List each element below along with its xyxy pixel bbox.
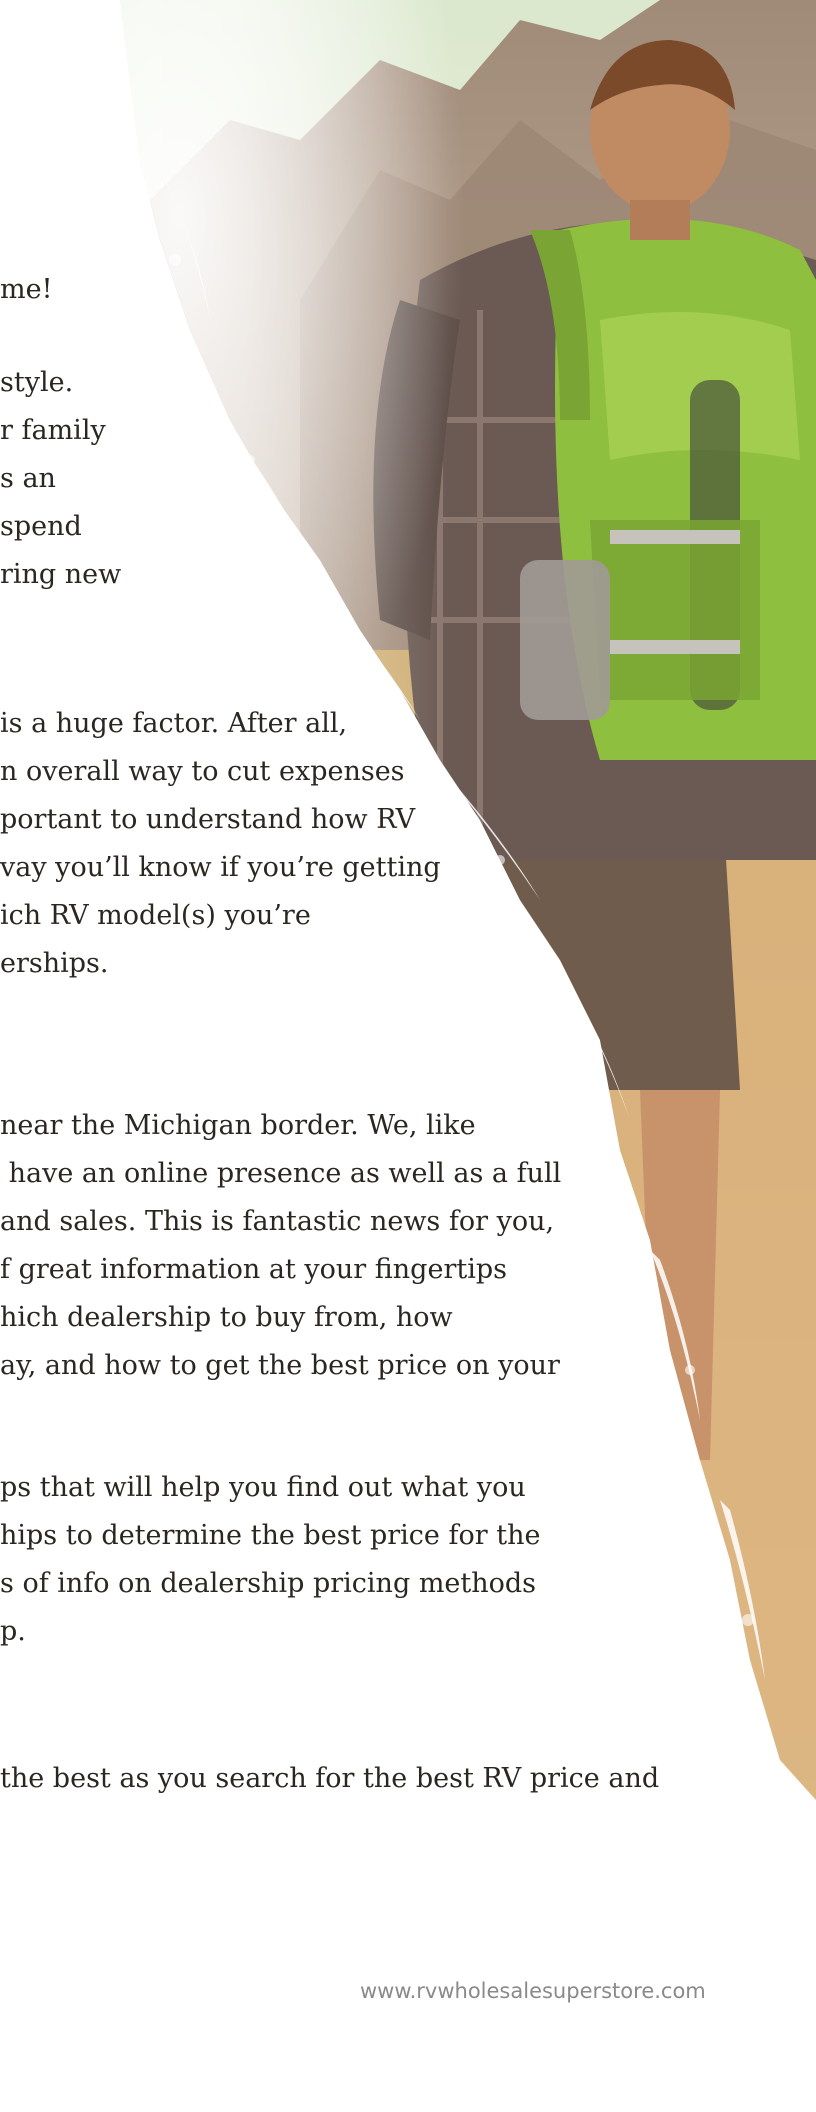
paragraph-4-line-2: hips to determine the best price for the xyxy=(0,1520,541,1551)
paragraph-2-line-4: vay you’ll know if you’re getting xyxy=(0,852,441,883)
paragraph-1-line-1: style. xyxy=(0,367,74,398)
closing-line: the best as you search for the best RV p… xyxy=(0,1763,660,1794)
paragraph-4-line-4: p. xyxy=(0,1616,26,1647)
paragraph-4-line-3: s of info on dealership pricing methods xyxy=(0,1568,537,1599)
paragraph-3-line-6: ay, and how to get the best price on you… xyxy=(0,1350,560,1381)
paragraph-3-line-5: hich dealership to buy from, how xyxy=(0,1302,453,1333)
paragraph-3-line-4: f great information at your fingertips xyxy=(0,1254,507,1285)
intro-line-1: me! xyxy=(0,274,53,305)
paragraph-3-line-3: and sales. This is fantastic news for yo… xyxy=(0,1206,555,1237)
paragraph-3-line-2: have an online presence as well as a ful… xyxy=(0,1158,562,1189)
paragraph-1-line-4: spend xyxy=(0,511,82,542)
paragraph-1-line-2: r family xyxy=(0,415,106,446)
paragraph-2-line-5: ich RV model(s) you’re xyxy=(0,900,311,931)
paragraph-4-line-1: ps that will help you find out what you xyxy=(0,1472,526,1503)
paragraph-2-line-6: erships. xyxy=(0,948,109,979)
paragraph-3-line-1: near the Michigan border. We, like xyxy=(0,1110,476,1141)
paragraph-2-line-3: portant to understand how RV xyxy=(0,804,416,835)
footer-url: www.rvwholesalesuperstore.com xyxy=(360,1979,706,2003)
paragraph-2-line-2: n overall way to cut expenses xyxy=(0,756,405,787)
paragraph-1-line-5: ring new xyxy=(0,559,122,590)
paragraph-2-line-1: is a huge factor. After all, xyxy=(0,708,348,739)
paragraph-1-line-3: s an xyxy=(0,463,56,494)
